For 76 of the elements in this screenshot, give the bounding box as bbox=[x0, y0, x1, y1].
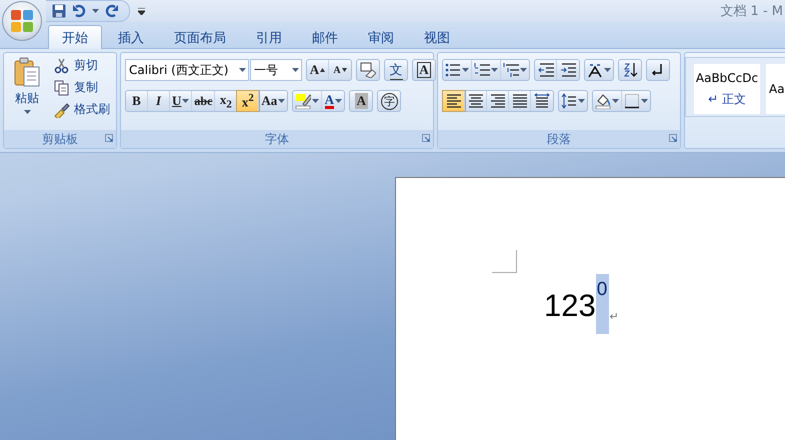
superscript-text: 0 bbox=[596, 274, 610, 334]
undo-icon bbox=[72, 4, 86, 18]
phonetic-button[interactable]: 文 bbox=[385, 60, 407, 80]
ribbon-tab[interactable]: 审阅 bbox=[354, 26, 408, 48]
dialog-launcher-icon[interactable] bbox=[669, 134, 677, 142]
paragraph-mark: ↵ bbox=[609, 310, 618, 323]
caret-icon bbox=[92, 9, 99, 13]
grow-button[interactable]: A bbox=[307, 60, 329, 80]
line-spacing-icon bbox=[561, 93, 577, 109]
ribbon-tab[interactable]: 页面布局 bbox=[160, 26, 240, 48]
bullet-list-icon bbox=[445, 62, 461, 78]
format-painter-button[interactable]: 格式刷 bbox=[52, 99, 112, 120]
style-tile[interactable]: Aa bbox=[766, 64, 785, 114]
office-logo-icon bbox=[10, 9, 34, 33]
ribbon-tab[interactable]: 视图 bbox=[410, 26, 464, 48]
font-color-button[interactable]: A bbox=[322, 91, 344, 111]
highlighter-icon bbox=[295, 93, 312, 109]
numbered-list-icon bbox=[474, 62, 490, 78]
superscript-button[interactable]: x$^{2}$ bbox=[237, 91, 260, 111]
caret-icon bbox=[292, 68, 299, 72]
customize-toolbar-icon bbox=[138, 8, 145, 14]
ribbon-tab[interactable]: 插入 bbox=[104, 26, 158, 48]
strike-button[interactable]: abc bbox=[192, 91, 216, 111]
group-label: 剪贴板 bbox=[42, 130, 78, 148]
distribute-icon bbox=[534, 93, 550, 109]
multilevel-list-icon bbox=[503, 62, 519, 78]
align-right-icon bbox=[490, 93, 506, 109]
dialog-launcher-icon[interactable] bbox=[105, 134, 113, 142]
bullets-button[interactable] bbox=[443, 60, 472, 80]
eraser-icon bbox=[360, 62, 376, 78]
numbering-button[interactable] bbox=[472, 60, 501, 80]
clipboard-icon bbox=[14, 57, 40, 87]
highlight-button[interactable] bbox=[293, 91, 322, 111]
window-title: 文档 1 - M bbox=[720, 3, 784, 20]
down-caret-icon bbox=[342, 68, 347, 72]
char-shading-button[interactable]: A bbox=[350, 91, 372, 111]
ribbon-tab[interactable]: 邮件 bbox=[298, 26, 352, 48]
align-left-button[interactable] bbox=[443, 91, 465, 111]
style-tile[interactable]: AaBbCcDc ↵ 正文 bbox=[694, 64, 760, 114]
group-label: 字体 bbox=[265, 130, 289, 148]
document-text: 123 bbox=[544, 287, 596, 325]
underline-button[interactable]: U bbox=[170, 91, 192, 111]
increase-indent-icon bbox=[560, 62, 576, 78]
margin-corner-mark bbox=[492, 250, 517, 273]
text-direction-icon bbox=[587, 62, 603, 78]
ribbon-tab[interactable]: 开始 bbox=[48, 25, 102, 49]
sort-icon bbox=[622, 62, 638, 78]
case-button[interactable]: Aa bbox=[259, 91, 288, 111]
paintbrush-icon bbox=[54, 102, 70, 118]
justify-icon bbox=[512, 93, 528, 109]
caret-icon bbox=[239, 68, 246, 72]
italic-button[interactable]: I bbox=[148, 91, 170, 111]
shading-button[interactable] bbox=[593, 91, 622, 111]
decrease-indent-icon bbox=[538, 62, 554, 78]
ribbon-tab[interactable]: 引用 bbox=[242, 26, 296, 48]
scissors-icon bbox=[54, 58, 70, 74]
align-left-icon bbox=[446, 93, 462, 109]
copy-icon bbox=[54, 80, 70, 96]
bold-button[interactable]: B bbox=[126, 91, 148, 111]
cut-button[interactable]: 剪切 bbox=[52, 55, 112, 76]
align-center-icon bbox=[468, 93, 484, 109]
paste-button[interactable]: 粘贴 bbox=[8, 55, 46, 130]
save-icon bbox=[52, 4, 66, 18]
up-caret-icon bbox=[320, 68, 326, 72]
dialog-launcher-icon[interactable] bbox=[422, 134, 430, 142]
paint-bucket-icon bbox=[595, 93, 611, 109]
group-label: 段落 bbox=[547, 130, 571, 148]
copy-button[interactable]: 复制 bbox=[52, 77, 112, 98]
borders-button[interactable] bbox=[622, 91, 650, 111]
multilevel-button[interactable] bbox=[501, 60, 529, 80]
redo-icon bbox=[105, 4, 119, 18]
caret-icon bbox=[24, 110, 30, 114]
font-name-field[interactable]: Calibri (西文正文) bbox=[125, 59, 249, 81]
shrink-button[interactable]: A bbox=[329, 60, 351, 80]
font-size-field[interactable]: 一号 bbox=[250, 59, 302, 81]
border-icon bbox=[624, 93, 640, 109]
